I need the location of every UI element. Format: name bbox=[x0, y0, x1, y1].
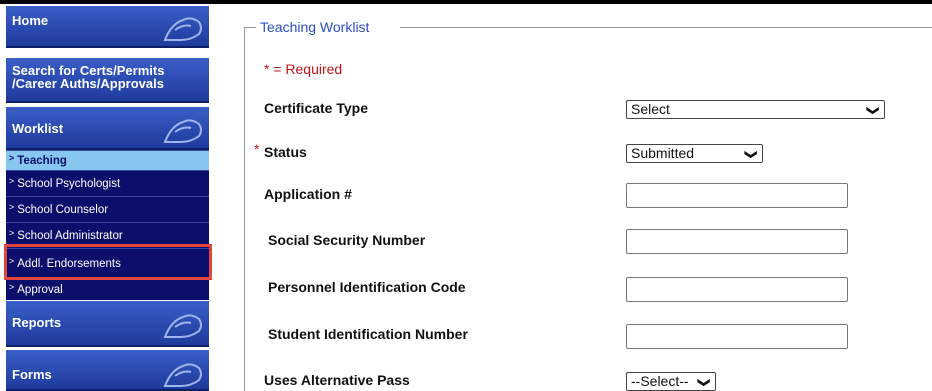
arrow-icon: > bbox=[9, 228, 15, 238]
sidebar: Home Search for Certs/Permits /Career Au… bbox=[0, 4, 209, 391]
application-number-label: Application # bbox=[264, 186, 352, 202]
worklist-item-label: Approval bbox=[17, 284, 63, 296]
ssn-label: Social Security Number bbox=[268, 232, 426, 248]
chevron-down-icon: ❯ bbox=[866, 105, 881, 116]
alt-pass-value: --Select-- bbox=[631, 373, 689, 389]
fieldset-border-top bbox=[400, 27, 932, 28]
application-number-input[interactable] bbox=[626, 183, 848, 208]
menu-home[interactable]: Home bbox=[6, 6, 209, 48]
worklist-item-label: Teaching bbox=[17, 155, 67, 167]
worklist-item-school-psychologist[interactable]: > School Psychologist bbox=[6, 170, 209, 196]
certificate-type-select[interactable]: Select ❯ bbox=[626, 100, 885, 119]
personnel-code-input[interactable] bbox=[626, 277, 848, 302]
status-value: Submitted bbox=[631, 145, 695, 161]
required-note: * = Required bbox=[264, 61, 343, 77]
menu-forms[interactable]: Forms bbox=[6, 350, 209, 391]
hand-icon bbox=[163, 17, 202, 41]
arrow-icon: > bbox=[9, 176, 15, 186]
chevron-down-icon: ❯ bbox=[697, 377, 712, 388]
highlight-box bbox=[4, 244, 212, 280]
status-label: Status bbox=[264, 144, 307, 160]
student-id-label: Student Identification Number bbox=[268, 326, 468, 342]
fieldset-border-vertical bbox=[244, 27, 245, 391]
alt-pass-label: Uses Alternative Pass bbox=[264, 372, 410, 388]
worklist-item-label: School Psychologist bbox=[17, 178, 121, 190]
menu-reports-label: Reports bbox=[12, 315, 62, 330]
worklist-item-approval[interactable]: > Approval bbox=[6, 278, 209, 300]
arrow-icon: > bbox=[9, 153, 15, 163]
chevron-down-icon: ❯ bbox=[744, 149, 759, 160]
worklist-item-label: School Administrator bbox=[17, 230, 123, 242]
hand-icon bbox=[163, 314, 202, 338]
menu-search[interactable]: Search for Certs/Permits /Career Auths/A… bbox=[6, 58, 209, 103]
worklist-item-school-counselor[interactable]: > School Counselor bbox=[6, 196, 209, 222]
menu-worklist-label: Worklist bbox=[12, 121, 64, 136]
worklist-item-teaching[interactable]: > Teaching bbox=[6, 150, 209, 170]
personnel-code-label: Personnel Identification Code bbox=[268, 279, 466, 295]
fieldset-legend: Teaching Worklist bbox=[258, 19, 372, 35]
hand-icon bbox=[163, 363, 202, 387]
menu-search-line2: /Career Auths/Approvals bbox=[12, 76, 164, 91]
certificate-type-value: Select bbox=[631, 101, 670, 117]
fieldset-border-left bbox=[244, 27, 256, 28]
menu-worklist[interactable]: Worklist bbox=[6, 107, 209, 150]
certificate-type-label: Certificate Type bbox=[264, 100, 368, 116]
required-star: * bbox=[254, 141, 260, 157]
menu-reports[interactable]: Reports bbox=[6, 301, 209, 347]
status-select[interactable]: Submitted ❯ bbox=[626, 144, 763, 163]
arrow-icon: > bbox=[9, 202, 15, 212]
worklist-item-label: School Counselor bbox=[17, 204, 109, 216]
alt-pass-select[interactable]: --Select-- ❯ bbox=[626, 372, 716, 391]
arrow-icon: > bbox=[9, 282, 15, 292]
ssn-input[interactable] bbox=[626, 229, 848, 254]
hand-icon bbox=[163, 119, 202, 143]
student-id-input[interactable] bbox=[626, 324, 848, 349]
menu-forms-label: Forms bbox=[12, 367, 52, 382]
menu-home-label: Home bbox=[12, 13, 49, 28]
